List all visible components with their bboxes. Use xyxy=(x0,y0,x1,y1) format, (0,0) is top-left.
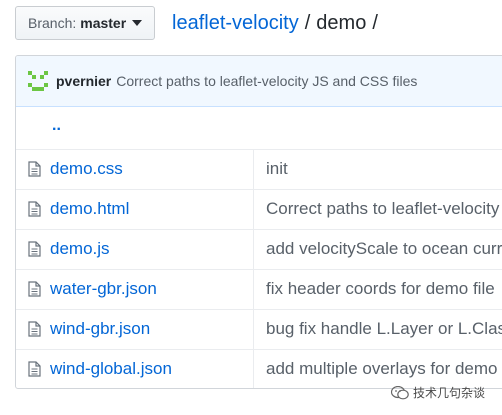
breadcrumb-current-folder: demo xyxy=(316,12,367,34)
file-icon xyxy=(28,241,41,257)
file-commit-message-link[interactable]: add multiple overlays for demo xyxy=(266,359,498,379)
file-icon xyxy=(28,161,41,177)
wechat-icon xyxy=(391,385,409,399)
column-divider xyxy=(253,270,254,309)
file-name-link[interactable]: wind-gbr.json xyxy=(50,319,150,339)
caret-down-icon xyxy=(132,20,143,26)
file-icon xyxy=(28,201,41,217)
breadcrumb-separator: / xyxy=(372,12,378,34)
file-list: pvernier Correct paths to leaflet-veloci… xyxy=(15,55,502,389)
file-commit-message-link[interactable]: add velocityScale to ocean curr xyxy=(266,239,502,259)
latest-commit-bar: pvernier Correct paths to leaflet-veloci… xyxy=(16,56,502,107)
parent-directory-link[interactable]: .. xyxy=(52,117,61,135)
file-icon xyxy=(28,281,41,297)
breadcrumb: leaflet-velocity / demo / xyxy=(172,10,384,36)
column-divider xyxy=(253,230,254,269)
parent-directory-row[interactable]: .. xyxy=(16,107,502,150)
file-row[interactable]: demo.js add velocityScale to ocean curr xyxy=(16,230,502,270)
breadcrumb-separator: / xyxy=(304,12,311,34)
commit-message-link[interactable]: Correct paths to leaflet-velocity JS and… xyxy=(116,73,417,89)
file-row[interactable]: demo.css init xyxy=(16,150,502,190)
branch-label: Branch: xyxy=(28,15,77,31)
file-row[interactable]: water-gbr.json fix header coords for demo… xyxy=(16,270,502,310)
file-commit-message-link[interactable]: Correct paths to leaflet-velocity xyxy=(266,199,499,219)
file-commit-message-link[interactable]: bug fix handle L.Layer or L.Clas xyxy=(266,319,502,339)
file-rows: demo.css init demo.html Correct paths to le… xyxy=(16,150,502,388)
breadcrumb-repo-link[interactable]: leaflet-velocity xyxy=(172,12,299,34)
file-name-link[interactable]: water-gbr.json xyxy=(50,279,157,299)
file-icon xyxy=(28,321,41,337)
branch-select-button[interactable]: Branch: master xyxy=(15,6,155,40)
watermark-text: 技术几句杂谈 xyxy=(413,386,486,400)
column-divider xyxy=(253,350,254,388)
watermark: 技术几句杂谈 xyxy=(391,384,485,401)
column-divider xyxy=(253,190,254,229)
file-name-link[interactable]: demo.html xyxy=(50,199,129,219)
file-commit-message-link[interactable]: fix header coords for demo file xyxy=(266,279,495,299)
column-divider xyxy=(253,310,254,349)
file-name-link[interactable]: demo.css xyxy=(50,159,123,179)
file-row[interactable]: demo.html Correct paths to leaflet-veloci… xyxy=(16,190,502,230)
commit-author-link[interactable]: pvernier xyxy=(56,73,111,89)
file-icon xyxy=(28,361,41,377)
file-row[interactable]: wind-gbr.json bug fix handle L.Layer or L… xyxy=(16,310,502,350)
avatar-icon[interactable] xyxy=(28,71,48,91)
branch-value: master xyxy=(80,15,127,31)
file-name-link[interactable]: demo.js xyxy=(50,239,110,259)
file-commit-message-link[interactable]: init xyxy=(266,159,288,179)
file-name-link[interactable]: wind-global.json xyxy=(50,359,172,379)
column-divider xyxy=(253,150,254,189)
